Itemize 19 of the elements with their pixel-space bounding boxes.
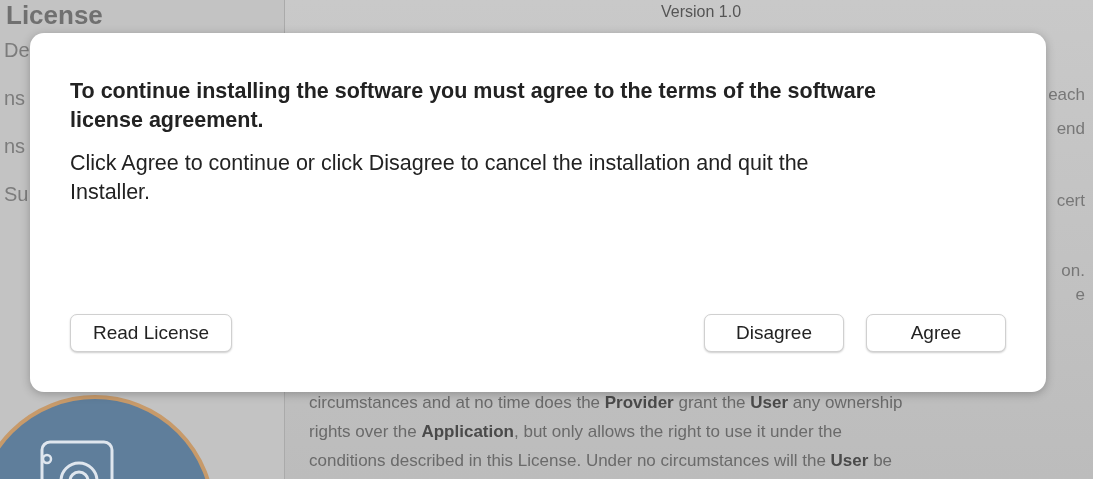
- license-text-line: rights over the Application, but only allows the right to use it under the: [309, 421, 842, 443]
- license-text-fragment: e: [1075, 284, 1085, 306]
- version-label: Version 1.0: [659, 2, 743, 22]
- license-text-line: conditions described in this License. Under no circumstances will the User be: [309, 450, 893, 472]
- license-text-fragment: each: [1048, 84, 1085, 106]
- license-text-line: circumstances and at no time does the Provider grant the User any ownership: [309, 392, 903, 414]
- sidebar-item[interactable]: ns: [0, 134, 26, 158]
- license-text-fragment: end: [1056, 118, 1085, 140]
- dialog-title: To continue installing the software you must agree to the terms of the software license agreement.: [70, 78, 877, 134]
- sidebar-item[interactable]: De: [0, 38, 30, 62]
- sidebar-item[interactable]: Su: [0, 182, 29, 206]
- dialog-button[interactable]: Disagree: [704, 314, 844, 352]
- license-text-fragment: on.: [1061, 260, 1085, 282]
- license-text-fragment: cert: [1056, 190, 1085, 212]
- dialog-button[interactable]: Agree: [866, 314, 1006, 352]
- sidebar-item[interactable]: ns: [0, 86, 26, 110]
- dialog-message: Click Agree to continue or click Disagree to cancel the installation and quit the Installer.: [70, 150, 810, 206]
- sidebar-title: License: [5, 0, 104, 30]
- dialog-button[interactable]: Read License: [70, 314, 233, 352]
